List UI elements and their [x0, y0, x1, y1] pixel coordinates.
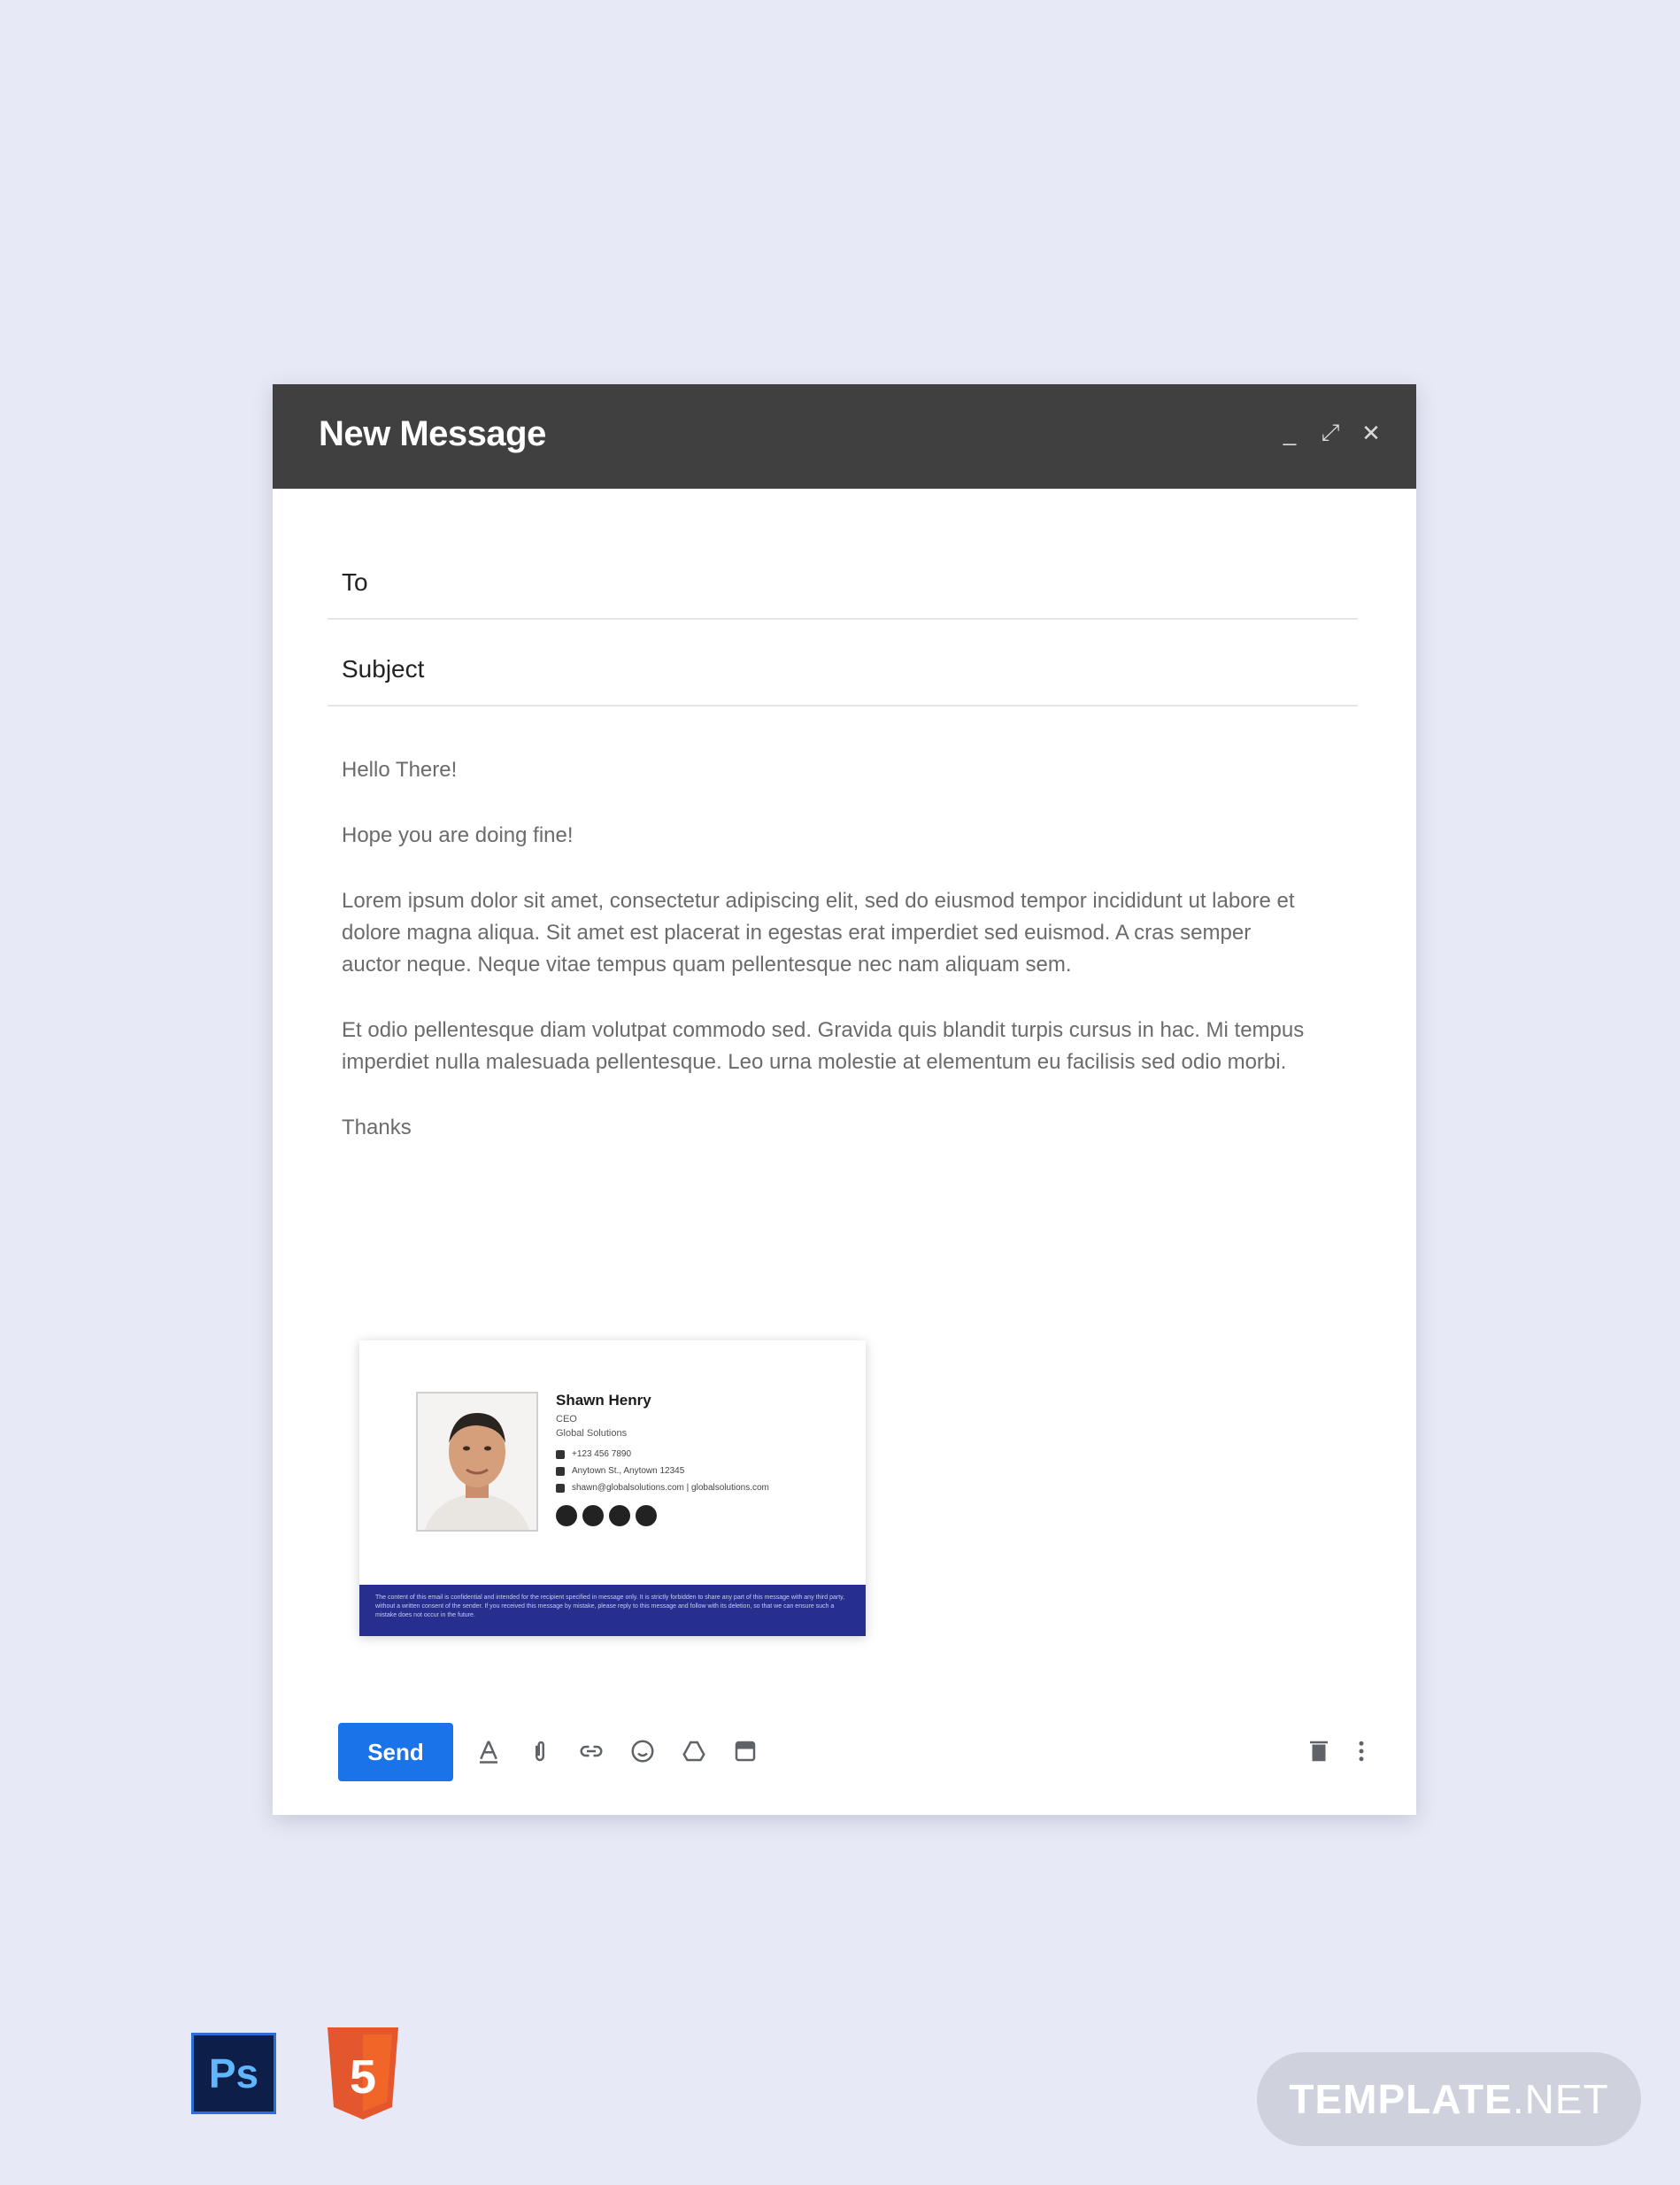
- html5-label: 5: [350, 2050, 376, 2104]
- message-body[interactable]: Hello There! Hope you are doing fine! Lo…: [342, 754, 1315, 1177]
- compose-toolbar: Send: [338, 1723, 1376, 1781]
- minimize-icon[interactable]: _: [1280, 420, 1299, 446]
- compose-window: New Message _ ⤢ ✕ To Subject Hello There…: [273, 384, 1416, 1815]
- close-icon[interactable]: ✕: [1361, 420, 1381, 446]
- signature-phone: +123 456 7890: [572, 1449, 632, 1459]
- photoshop-badge: Ps: [191, 2033, 276, 2114]
- to-label: To: [342, 568, 368, 596]
- social-icon-linkedin[interactable]: [609, 1505, 630, 1526]
- body-line: Hope you are doing fine!: [342, 823, 574, 847]
- window-controls: _ ⤢ ✕: [1280, 419, 1381, 446]
- signature-company: Global Solutions: [556, 1428, 628, 1439]
- signature-photo: [416, 1392, 538, 1532]
- to-field-row: To: [328, 531, 1358, 620]
- phone-icon: [556, 1449, 565, 1459]
- body-paragraph-1: Lorem ipsum dolor sit amet, consectetur …: [342, 889, 1295, 977]
- email-icon: [556, 1483, 565, 1493]
- attach-icon[interactable]: [526, 1737, 554, 1765]
- template-net-logo: TEMPLATE .NET: [1257, 2052, 1641, 2146]
- location-icon: [556, 1466, 565, 1476]
- signature-phone-row: +123 456 7890: [556, 1446, 848, 1463]
- signature-address: Anytown St., Anytown 12345: [572, 1466, 685, 1476]
- body-closing: Thanks: [342, 1116, 412, 1139]
- signature-info: Shawn Henry CEO Global Solutions +123 45…: [556, 1392, 848, 1526]
- subject-input[interactable]: [451, 646, 1340, 687]
- maximize-icon[interactable]: ⤢: [1321, 419, 1340, 446]
- signature-contact-row: shawn@globalsolutions.com | globalsoluti…: [556, 1479, 848, 1496]
- email-signature: Shawn Henry CEO Global Solutions +123 45…: [359, 1340, 866, 1636]
- photo-icon[interactable]: [731, 1737, 759, 1765]
- template-net-text: TEMPLATE: [1289, 2076, 1513, 2122]
- compose-titlebar: New Message _ ⤢ ✕: [273, 384, 1416, 489]
- body-greeting: Hello There!: [342, 758, 458, 782]
- trash-icon[interactable]: [1305, 1737, 1333, 1765]
- link-icon[interactable]: [577, 1737, 605, 1765]
- signature-address-row: Anytown St., Anytown 12345: [556, 1463, 848, 1479]
- to-input[interactable]: [451, 560, 1340, 600]
- drive-icon[interactable]: [680, 1737, 708, 1765]
- subject-label: Subject: [342, 655, 425, 683]
- more-options-icon[interactable]: [1347, 1737, 1376, 1765]
- signature-name: Shawn Henry: [556, 1392, 651, 1409]
- social-icon-instagram[interactable]: [636, 1505, 657, 1526]
- signature-social-links: [556, 1505, 848, 1526]
- signature-title: CEO: [556, 1414, 577, 1424]
- compose-title: New Message: [319, 414, 546, 453]
- emoji-icon[interactable]: [628, 1737, 657, 1765]
- subject-field-row: Subject: [328, 618, 1358, 706]
- send-button[interactable]: Send: [338, 1723, 453, 1781]
- html5-badge: 5: [322, 2027, 404, 2119]
- signature-contact: shawn@globalsolutions.com | globalsoluti…: [572, 1483, 769, 1493]
- social-icon-facebook[interactable]: [556, 1505, 577, 1526]
- text-format-icon[interactable]: [474, 1737, 503, 1765]
- social-icon-twitter[interactable]: [582, 1505, 604, 1526]
- template-net-suffix: .NET: [1512, 2076, 1609, 2122]
- body-paragraph-2: Et odio pellentesque diam volutpat commo…: [342, 1018, 1305, 1074]
- signature-disclaimer: The content of this email is confidentia…: [359, 1585, 866, 1636]
